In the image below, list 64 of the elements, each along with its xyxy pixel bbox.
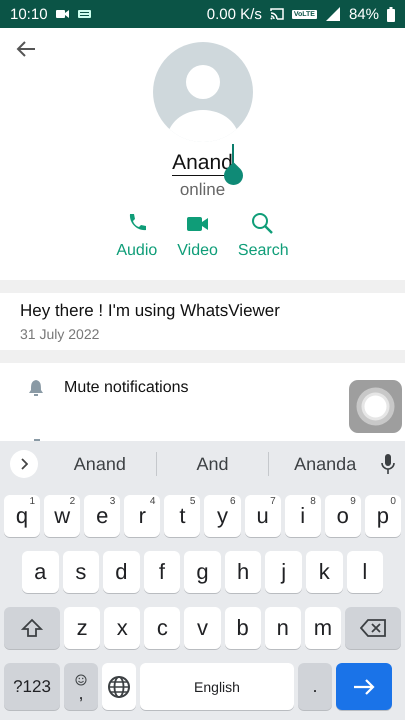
key-hint: 7 xyxy=(270,496,276,507)
suggestion[interactable]: Anand xyxy=(44,454,156,474)
globe-key[interactable] xyxy=(102,663,136,710)
symbols-key[interactable]: ?123 xyxy=(4,663,60,710)
letter-key[interactable]: b xyxy=(224,607,261,649)
key-hint: 2 xyxy=(70,496,76,507)
letter-key[interactable]: k xyxy=(306,551,342,593)
letter-key[interactable]: t 5 xyxy=(164,495,200,537)
letter-key[interactable]: v xyxy=(184,607,221,649)
letter-key[interactable]: i 8 xyxy=(284,495,321,537)
letter-key[interactable]: a xyxy=(22,551,59,593)
letter-key[interactable]: g xyxy=(184,551,221,593)
letter-key[interactable]: x xyxy=(104,607,140,649)
globe-icon xyxy=(107,674,131,698)
contact-status: online xyxy=(180,180,226,200)
letter-key[interactable]: j xyxy=(265,551,302,593)
settings-row[interactable]: Mute notifications xyxy=(0,363,405,413)
key-hint: 3 xyxy=(110,496,116,507)
emoji-comma-key[interactable]: , xyxy=(64,663,98,710)
enter-key[interactable] xyxy=(336,663,392,710)
chevron-icon xyxy=(20,458,28,470)
expand-button[interactable] xyxy=(10,450,38,478)
bell-icon xyxy=(26,378,46,398)
about-date: 31 July 2022 xyxy=(20,326,100,342)
key-hint: 6 xyxy=(230,496,236,507)
search-icon xyxy=(251,212,276,236)
letter-key[interactable]: h xyxy=(224,551,262,593)
letter-key[interactable]: s xyxy=(62,551,100,593)
key-hint: 4 xyxy=(150,496,156,507)
network-speed: 0.00 K/s xyxy=(206,6,262,22)
cast-icon xyxy=(270,8,284,20)
battery-level: 84% xyxy=(348,6,379,22)
letter-key[interactable]: c xyxy=(144,607,180,649)
suggestion[interactable]: Ananda xyxy=(269,454,382,474)
key-hint: 8 xyxy=(310,496,316,507)
key-hint: 9 xyxy=(350,496,356,507)
microphone-icon[interactable] xyxy=(381,454,396,474)
backspace-icon xyxy=(360,619,386,637)
clock: 10:10 xyxy=(10,6,48,22)
keyboard-icon xyxy=(78,10,91,18)
letter-key[interactable]: d xyxy=(103,551,140,593)
battery-icon xyxy=(387,6,395,22)
key-hint: 1 xyxy=(30,496,36,507)
letter-key[interactable]: f xyxy=(144,551,180,593)
camera-icon xyxy=(56,9,70,19)
assistive-touch-button[interactable] xyxy=(349,380,402,433)
about-text: Hey there ! I'm using WhatsViewer xyxy=(20,301,281,321)
signal-icon xyxy=(324,7,341,21)
period-key[interactable]: . xyxy=(298,663,332,710)
space-key[interactable]: English xyxy=(140,663,294,710)
backspace-key[interactable] xyxy=(344,607,401,649)
smiley-icon xyxy=(75,674,87,686)
letter-key[interactable]: m xyxy=(304,607,341,649)
settings-label: Mute notifications xyxy=(64,379,189,397)
letter-key[interactable]: n xyxy=(264,607,301,649)
shift-key[interactable] xyxy=(4,607,60,649)
letter-key[interactable]: l xyxy=(346,551,384,593)
key-hint: 0 xyxy=(390,496,396,507)
back-icon[interactable] xyxy=(16,40,36,58)
arrow-icon xyxy=(352,678,376,694)
shift-icon xyxy=(21,618,43,638)
suggestion[interactable]: And xyxy=(156,454,268,474)
letter-key[interactable]: z xyxy=(64,607,100,649)
key-hint: 5 xyxy=(190,496,196,507)
